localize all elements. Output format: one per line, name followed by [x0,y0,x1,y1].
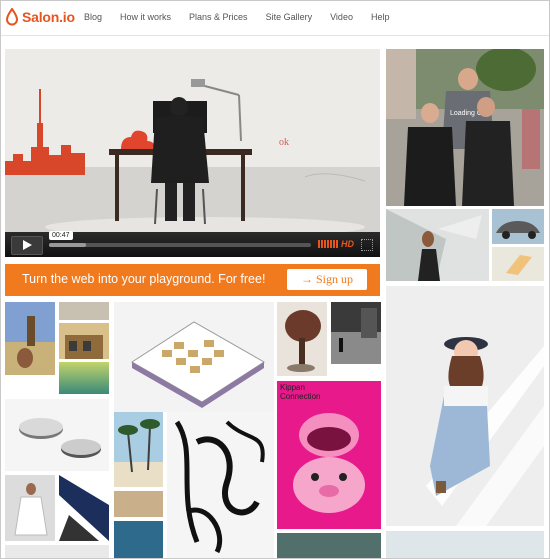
nav-help[interactable]: Help [371,12,390,22]
progress-fill [49,243,86,247]
top-navigation: Salon.io Blog How it works Plans & Price… [1,1,549,35]
nav-how-it-works[interactable]: How it works [120,12,171,22]
photo-building[interactable] [59,323,109,359]
photo-palms[interactable] [114,412,163,487]
photo-street[interactable] [114,521,163,558]
photo-teal[interactable] [277,533,381,558]
video-frame-scene: ok [5,49,380,257]
photo-tree[interactable] [277,302,327,376]
photo-fashion[interactable] [386,286,544,526]
intro-video[interactable]: ok [5,49,380,257]
photo-interior[interactable] [114,491,163,517]
play-button[interactable] [11,236,43,255]
banner-tagline: Turn the web into your playground. For f… [22,272,266,286]
poster-title-line2: Connection [280,392,320,401]
photo-dancer[interactable] [386,209,489,281]
header-divider [1,35,549,36]
photo-bw-street[interactable] [331,302,381,364]
signup-banner: Turn the web into your playground. For f… [5,264,380,296]
fullscreen-icon[interactable] [361,239,373,251]
photo-gradient[interactable] [59,362,109,394]
photo-crowd[interactable]: Loading Gay [386,49,544,206]
poster-kippan[interactable]: Kippan Connection [277,381,381,529]
photo-row-bottom[interactable] [5,545,109,558]
nav-links: Blog How it works Plans & Prices Site Ga… [84,12,407,22]
current-time: 00:47 [49,231,73,240]
nav-blog[interactable]: Blog [84,12,102,22]
water-drop-icon [5,8,19,26]
poster-title-line1: Kippan [280,383,305,392]
volume-bars[interactable] [318,240,338,248]
browser-page: Salon.io Blog How it works Plans & Price… [0,0,550,559]
whiteboard-scribble: ok [279,137,289,148]
logo[interactable]: Salon.io [5,8,75,26]
nav-plans-prices[interactable]: Plans & Prices [189,12,248,22]
nav-video[interactable]: Video [330,12,353,22]
photo-skyline-small[interactable] [59,302,109,320]
photo-car[interactable] [492,209,544,244]
video-controls: 00:47 HD [5,231,380,257]
photo-catalog[interactable] [114,302,274,412]
photo-tableware[interactable] [5,399,109,471]
photo-statue[interactable] [5,302,55,375]
progress-track[interactable] [49,243,311,247]
photo-dress[interactable] [5,475,55,541]
photo-calligraphy[interactable] [167,412,274,558]
photo-bottom-right[interactable] [386,531,544,558]
logo-text: Salon.io [22,9,75,25]
sign-up-button[interactable]: → Sign up [287,269,367,290]
nav-site-gallery[interactable]: Site Gallery [266,12,313,22]
photo-chair[interactable] [492,247,544,281]
hd-toggle[interactable]: HD [341,239,354,249]
photo-geometric[interactable] [59,475,109,541]
